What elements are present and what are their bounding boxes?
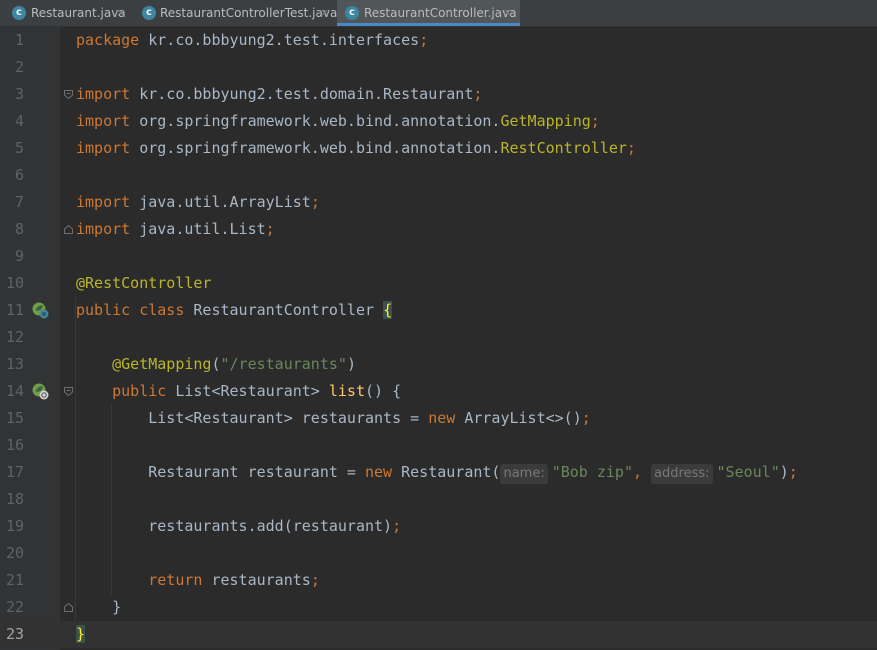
line-number: 15 xyxy=(5,409,24,427)
line-number: 6 xyxy=(14,166,24,184)
code-line-22: 22 } xyxy=(0,594,877,621)
code-line-19: 19 restaurants.add(restaurant); xyxy=(0,513,877,540)
tab-label: RestaurantController.java xyxy=(364,6,517,20)
code-line-15: 15 List<Restaurant> restaurants = new Ar… xyxy=(0,405,877,432)
code-line-20: 20 xyxy=(0,540,877,567)
code-text: } xyxy=(112,598,122,616)
fold-marker-icon[interactable] xyxy=(64,225,73,234)
code-text: package kr.co.bbbyung2.test.interfaces; xyxy=(76,31,429,49)
tab-restaurant-controller-java[interactable]: RestaurantController.java × xyxy=(337,0,520,26)
code-line-13: 13 @GetMapping("/restaurants") xyxy=(0,351,877,378)
line-number: 2 xyxy=(14,58,24,76)
code-line-18: 18 xyxy=(0,486,877,513)
code-text: restaurants.add(restaurant); xyxy=(148,517,402,535)
line-number: 13 xyxy=(5,355,24,373)
line-number: 10 xyxy=(5,274,24,292)
line-number: 1 xyxy=(14,31,24,49)
code-text: @RestController xyxy=(76,274,212,292)
close-icon[interactable]: × xyxy=(320,0,329,26)
java-class-icon xyxy=(12,6,26,20)
code-text: public List<Restaurant> list() { xyxy=(112,382,402,400)
line-number: 21 xyxy=(5,571,24,589)
line-number: 9 xyxy=(14,247,24,265)
parameter-hint: name: xyxy=(500,464,548,484)
code-line-8: 8 import java.util.List; xyxy=(0,216,877,243)
code-text: return restaurants; xyxy=(148,571,320,589)
code-line-6: 6 xyxy=(0,162,877,189)
code-text: import org.springframework.web.bind.anno… xyxy=(76,139,636,157)
line-number: 11 xyxy=(5,301,24,319)
line-number: 18 xyxy=(5,490,24,508)
tab-label: RestaurantControllerTest.java xyxy=(160,6,338,20)
fold-marker-icon[interactable] xyxy=(64,90,73,99)
line-number: 20 xyxy=(5,544,24,562)
code-line-11: 11 public class RestaurantController { xyxy=(0,297,877,324)
code-line-17: 17 Restaurant restaurant = new Restauran… xyxy=(0,459,877,486)
spring-bean-icon[interactable] xyxy=(31,301,49,319)
tab-restaurant-java[interactable]: Restaurant.java × xyxy=(0,0,131,26)
code-line-10: 10 @RestController xyxy=(0,270,877,297)
code-line-4: 4 import org.springframework.web.bind.an… xyxy=(0,108,877,135)
fold-marker-icon[interactable] xyxy=(64,603,73,612)
code-text: import org.springframework.web.bind.anno… xyxy=(76,112,600,130)
close-icon[interactable]: × xyxy=(116,0,125,26)
code-line-3: 3 import kr.co.bbbyung2.test.domain.Rest… xyxy=(0,81,877,108)
code-text: import java.util.ArrayList; xyxy=(76,193,320,211)
code-line-2: 2 xyxy=(0,54,877,81)
line-number: 16 xyxy=(5,436,24,454)
code-line-7: 7 import java.util.ArrayList; xyxy=(0,189,877,216)
fold-marker-icon[interactable] xyxy=(64,387,73,396)
line-number: 7 xyxy=(14,193,24,211)
code-text: import kr.co.bbbyung2.test.domain.Restau… xyxy=(76,85,483,103)
line-number: 12 xyxy=(5,328,24,346)
code-line-14: 14 public List<Restaurant> list() { xyxy=(0,378,877,405)
java-class-icon xyxy=(345,6,359,20)
code-text: public class RestaurantController { xyxy=(76,301,393,319)
editor-tab-bar: Restaurant.java × RestaurantControllerTe… xyxy=(0,0,877,27)
line-number: 22 xyxy=(5,598,24,616)
line-number: 5 xyxy=(14,139,24,157)
code-line-16: 16 xyxy=(0,432,877,459)
code-text: import java.util.List; xyxy=(76,220,275,238)
parameter-hint: address: xyxy=(651,464,713,484)
code-editor[interactable]: 1 package kr.co.bbbyung2.test.interfaces… xyxy=(0,27,877,650)
code-line-5: 5 import org.springframework.web.bind.an… xyxy=(0,135,877,162)
code-line-23: 23 } xyxy=(0,621,877,648)
line-number: 3 xyxy=(14,85,24,103)
code-text: List<Restaurant> restaurants = new Array… xyxy=(148,409,591,427)
java-class-icon xyxy=(142,6,156,20)
line-number: 4 xyxy=(14,112,24,130)
line-number: 14 xyxy=(5,382,24,400)
line-number: 8 xyxy=(14,220,24,238)
line-number: 23 xyxy=(5,625,24,643)
code-text: @GetMapping("/restaurants") xyxy=(112,355,356,373)
code-line-9: 9 xyxy=(0,243,877,270)
code-line-12: 12 xyxy=(0,324,877,351)
code-line-21: 21 return restaurants; xyxy=(0,567,877,594)
line-number: 17 xyxy=(5,463,24,481)
code-text: } xyxy=(76,625,86,643)
line-number: 19 xyxy=(5,517,24,535)
code-text: Restaurant restaurant = new Restaurant(n… xyxy=(76,459,798,486)
code-line-1: 1 package kr.co.bbbyung2.test.interfaces… xyxy=(0,27,877,54)
spring-request-mapping-icon[interactable] xyxy=(31,382,49,400)
tab-restaurant-controller-test-java[interactable]: RestaurantControllerTest.java × xyxy=(131,0,337,26)
tab-label: Restaurant.java xyxy=(31,6,126,20)
close-icon[interactable]: × xyxy=(503,0,512,26)
